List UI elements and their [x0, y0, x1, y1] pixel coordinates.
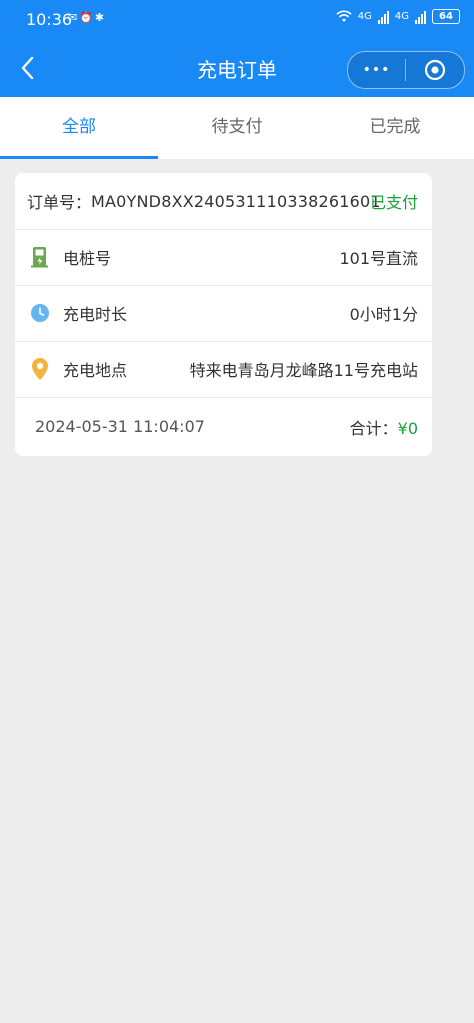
- charging-pile-row: 电桩号 101号直流: [15, 229, 432, 286]
- network-type-1: 4G: [357, 11, 372, 22]
- charging-duration-label: 充电时长: [63, 305, 128, 324]
- close-miniprogram-button[interactable]: [406, 52, 463, 88]
- status-bar: 10:36 ✉⏰✱ 4G 4G 64: [0, 0, 474, 38]
- wifi-icon: [336, 10, 352, 22]
- order-summary-row: 2024-05-31 11:04:07 合计：¥0: [15, 397, 432, 456]
- tab-pending-payment[interactable]: 待支付: [158, 97, 316, 159]
- clock-icon: [28, 301, 52, 325]
- signal-icon: [377, 10, 389, 24]
- charging-pile-icon: [28, 245, 52, 269]
- order-datetime: 2024-05-31 11:04:07: [35, 417, 205, 436]
- charging-location-value: 特来电青岛月龙峰路11号充电站: [189, 361, 418, 380]
- total-label: 合计：: [349, 418, 398, 438]
- charging-location-label: 充电地点: [63, 361, 128, 380]
- charging-duration-value: 0小时1分: [349, 305, 418, 324]
- more-button[interactable]: •••: [348, 52, 405, 88]
- order-number: MA0YND8XX240531110338261601: [91, 191, 381, 211]
- app-header: 10:36 ✉⏰✱ 4G 4G 64 充电订单 •••: [0, 0, 474, 97]
- active-tab-indicator: [0, 156, 158, 159]
- miniprogram-capsule: •••: [347, 51, 465, 89]
- nav-bar: 充电订单 •••: [0, 40, 474, 96]
- order-card[interactable]: 订单号： MA0YND8XX240531110338261601 已支付 电桩号…: [15, 173, 432, 456]
- notification-icons: ✉⏰✱: [68, 11, 107, 24]
- order-number-label: 订单号：: [27, 193, 92, 212]
- more-icon: •••: [362, 62, 391, 78]
- charging-duration-row: 充电时长 0小时1分: [15, 285, 432, 342]
- signal-icon-2: [415, 10, 426, 24]
- tab-completed[interactable]: 已完成: [316, 97, 474, 159]
- charging-location-row: 充电地点 特来电青岛月龙峰路11号充电站: [15, 341, 432, 398]
- network-type-2: 4G: [394, 11, 409, 22]
- status-right: 4G 4G 64: [336, 9, 460, 24]
- battery-indicator: 64: [432, 9, 460, 24]
- status-time: 10:36: [26, 10, 73, 29]
- charging-pile-label: 电桩号: [63, 249, 112, 268]
- target-close-icon: [424, 59, 445, 81]
- location-pin-icon: [28, 357, 52, 381]
- total-amount: ¥0: [397, 418, 418, 438]
- tab-all[interactable]: 全部: [0, 97, 158, 159]
- payment-status-badge: 已支付: [369, 193, 418, 212]
- charging-pile-value: 101号直流: [339, 249, 418, 268]
- order-tabs: 全部 待支付 已完成: [0, 97, 474, 159]
- order-number-row: 订单号： MA0YND8XX240531110338261601 已支付: [15, 173, 432, 230]
